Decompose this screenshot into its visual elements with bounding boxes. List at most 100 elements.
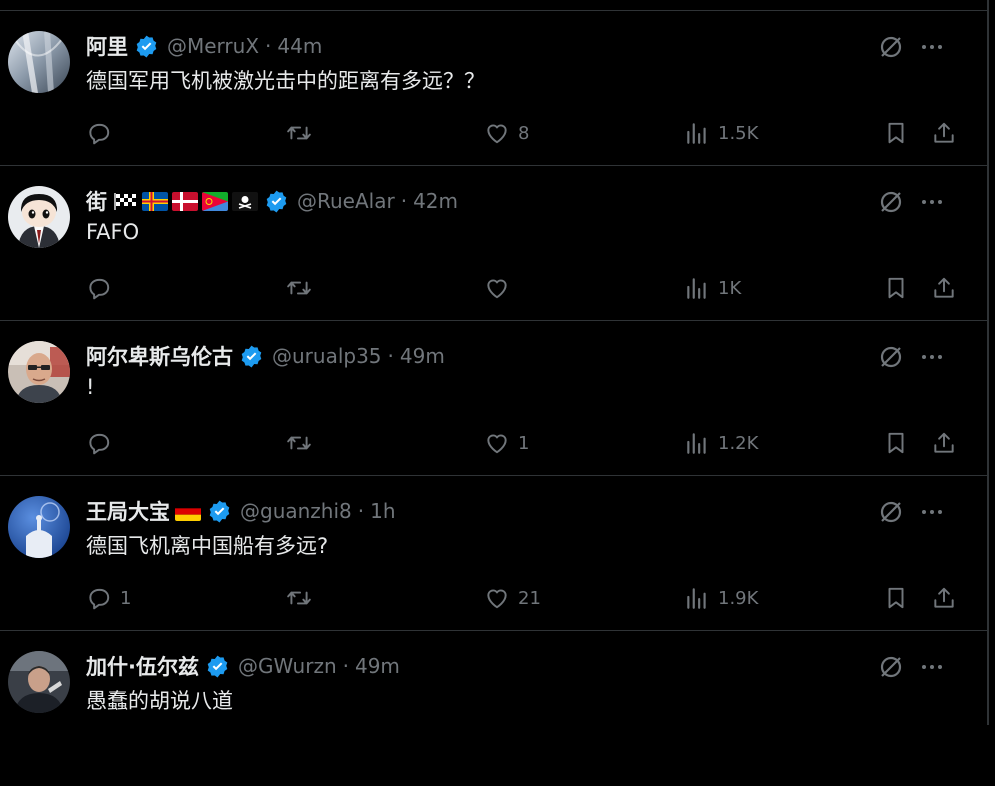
display-name[interactable]: 街: [86, 186, 107, 216]
grok-icon[interactable]: [877, 188, 905, 216]
avatar[interactable]: [8, 186, 70, 248]
reply-icon: [89, 588, 110, 610]
views-icon: [687, 123, 706, 144]
separator-dot: ·: [387, 344, 394, 368]
user-handle[interactable]: @GWurzn: [238, 654, 337, 678]
like-button[interactable]: [484, 273, 518, 303]
retweet-button[interactable]: [286, 118, 320, 148]
share-button[interactable]: [931, 118, 957, 148]
reply-button[interactable]: [86, 273, 120, 303]
tweet-text: 德国飞机离中国船有多远?: [86, 534, 329, 558]
germany-flag-icon: [175, 501, 201, 521]
timestamp[interactable]: 49m: [355, 654, 400, 678]
views-icon: [687, 588, 706, 609]
share-icon: [934, 587, 954, 608]
like-count: 1: [518, 432, 530, 454]
retweet-icon: [287, 281, 311, 295]
bookmark-icon: [888, 432, 904, 454]
views-icon: [687, 433, 706, 454]
separator-dot: ·: [400, 189, 408, 213]
tweet[interactable]: 加什·伍尔兹 @GWurzn · 49m 愚蠢的胡说八道: [0, 631, 987, 786]
views-button[interactable]: 1.5K: [684, 118, 758, 148]
bookmark-button[interactable]: [883, 273, 909, 303]
denmark-flag-icon: [172, 191, 198, 211]
bookmark-icon: [888, 277, 904, 299]
grok-icon[interactable]: [877, 33, 905, 61]
verified-badge-icon: [239, 344, 264, 369]
avatar[interactable]: [8, 341, 70, 403]
share-icon: [934, 277, 954, 298]
views-button[interactable]: 1K: [684, 273, 741, 303]
like-icon: [487, 434, 507, 454]
user-handle[interactable]: @RueAlar: [297, 189, 395, 213]
name-emoji-flags: [175, 501, 201, 521]
retweet-button[interactable]: [286, 428, 320, 458]
reply-count: 1: [120, 587, 132, 609]
user-handle[interactable]: @guanzhi8: [240, 499, 352, 523]
avatar[interactable]: [8, 496, 70, 558]
more-icon[interactable]: [920, 190, 944, 214]
bookmark-button[interactable]: [883, 583, 909, 613]
more-icon[interactable]: [920, 345, 944, 369]
tweet-actions: 8 1.5K: [86, 118, 966, 148]
tweet[interactable]: 阿里 @MerruX · 44m 德国军用飞机被激光击中的距离有多远？？ 8 1…: [0, 11, 987, 166]
like-button[interactable]: 21: [484, 583, 541, 613]
reply-button[interactable]: 1: [86, 583, 131, 613]
verified-badge-icon: [264, 189, 289, 214]
tweet[interactable]: 王局大宝 @guanzhi8 · 1h 德国飞机离中国船有多远? 1 21 1.…: [0, 476, 987, 631]
display-name[interactable]: 王局大宝: [86, 496, 170, 526]
timestamp[interactable]: 44m: [277, 34, 322, 58]
share-button[interactable]: [931, 428, 957, 458]
more-icon[interactable]: [920, 500, 944, 524]
user-handle[interactable]: @MerruX: [167, 34, 259, 58]
reply-button[interactable]: [86, 118, 120, 148]
retweet-button[interactable]: [286, 583, 320, 613]
display-name[interactable]: 阿里: [86, 31, 128, 61]
share-icon: [934, 432, 954, 453]
display-name[interactable]: 阿尔卑斯乌伦古: [86, 341, 233, 371]
tweet-top-actions: [877, 651, 987, 681]
display-name[interactable]: 加什·伍尔兹: [86, 651, 199, 681]
tweet-header: 街 @RueAlar · 42m: [86, 186, 458, 216]
retweet-icon: [287, 436, 311, 450]
share-button[interactable]: [931, 273, 957, 303]
retweet-button[interactable]: [286, 273, 320, 303]
more-icon[interactable]: [920, 655, 944, 679]
tweet[interactable]: 街 @RueAlar · 42m FAFO 1K: [0, 166, 987, 321]
like-count: 8: [518, 122, 530, 144]
grok-icon[interactable]: [877, 653, 905, 681]
like-count: 21: [518, 587, 541, 609]
eritrea-flag-icon: [202, 191, 228, 211]
pirate-flag-icon: [232, 191, 258, 211]
bookmark-button[interactable]: [883, 118, 909, 148]
verified-badge-icon: [207, 499, 232, 524]
tweet-text: 愚蠢的胡说八道: [86, 689, 233, 713]
more-icon[interactable]: [920, 35, 944, 59]
views-count: 1K: [718, 277, 742, 299]
timestamp[interactable]: 49m: [400, 344, 445, 368]
share-button[interactable]: [931, 583, 957, 613]
views-button[interactable]: 1.2K: [684, 428, 758, 458]
reply-icon: [89, 123, 110, 145]
grok-icon[interactable]: [877, 498, 905, 526]
user-handle[interactable]: @urualp35: [272, 344, 382, 368]
timestamp[interactable]: 1h: [370, 499, 395, 523]
reply-button[interactable]: [86, 428, 120, 458]
name-emoji-flags: [112, 191, 258, 211]
timestamp[interactable]: 42m: [413, 189, 458, 213]
like-icon: [487, 279, 507, 299]
avatar[interactable]: [8, 31, 70, 93]
like-icon: [487, 589, 507, 609]
reply-feed: 阿里 @MerruX · 44m 德国军用飞机被激光击中的距离有多远？？ 8 1…: [0, 11, 987, 786]
views-button[interactable]: 1.9K: [684, 583, 758, 613]
bookmark-button[interactable]: [883, 428, 909, 458]
retweet-icon: [287, 126, 311, 140]
aland-flag-icon: [142, 191, 168, 211]
like-button[interactable]: 8: [484, 118, 529, 148]
tweet-header: 王局大宝 @guanzhi8 · 1h: [86, 496, 396, 526]
grok-icon[interactable]: [877, 343, 905, 371]
tweet-top-actions: [877, 341, 987, 371]
tweet[interactable]: 阿尔卑斯乌伦古 @urualp35 · 49m ! 1 1.2K: [0, 321, 987, 476]
like-button[interactable]: 1: [484, 428, 529, 458]
avatar[interactable]: [8, 651, 70, 713]
